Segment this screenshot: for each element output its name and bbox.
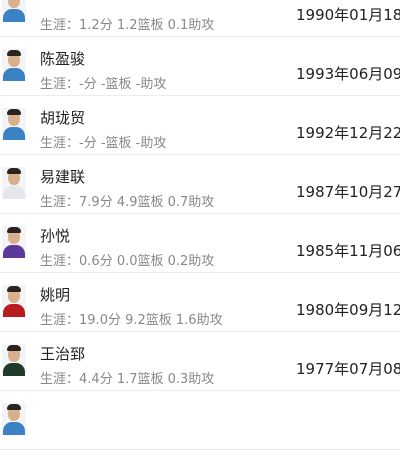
jersey-shape <box>3 422 25 435</box>
birth-date: 1985年11月06日 <box>296 242 400 260</box>
player-avatar <box>2 285 26 317</box>
career-values: 4.4分 1.7篮板 0.3助攻 <box>79 372 215 387</box>
hair-shape <box>7 227 21 233</box>
player-avatar <box>2 167 26 199</box>
birth-date: 1987年10月27日 <box>296 183 400 201</box>
player-row[interactable]: 陈盈骏生涯：-分 -篮板 -助攻 1993年06月09日 <box>0 37 400 96</box>
player-name: 王治郅 <box>40 345 86 363</box>
career-label: 生涯： <box>40 195 80 210</box>
career-values: -分 -篮板 -助攻 <box>79 136 167 151</box>
jersey-shape <box>3 363 25 376</box>
birth-date: 1990年01月18日 <box>296 6 400 24</box>
career-label: 生涯： <box>40 77 80 92</box>
career-values: 0.6分 0.0篮板 0.2助攻 <box>79 254 215 269</box>
jersey-shape <box>3 9 25 22</box>
hair-shape <box>7 345 21 351</box>
career-stats: 生涯：19.0分 9.2篮板 1.6助攻 <box>40 309 223 328</box>
player-avatar <box>2 0 26 22</box>
player-name: 胡珑贸 <box>40 109 86 127</box>
career-label: 生涯： <box>40 18 80 33</box>
hair-shape <box>7 50 21 56</box>
player-row[interactable]: 胡珑贸生涯：-分 -篮板 -助攻 1992年12月22日 <box>0 96 400 155</box>
player-row[interactable]: 王治郅生涯：4.4分 1.7篮板 0.3助攻 1977年07月08日 <box>0 332 400 391</box>
career-label: 生涯： <box>40 136 80 151</box>
player-name: 姚明 <box>40 286 71 304</box>
jersey-shape <box>3 245 25 258</box>
career-stats: 生涯：-分 -篮板 -助攻 <box>40 132 166 151</box>
career-label: 生涯： <box>40 372 80 387</box>
player-name: 易建联 <box>40 168 86 186</box>
player-avatar <box>2 49 26 81</box>
player-name: 孙悦 <box>40 227 71 245</box>
player-row[interactable]: 孙悦生涯：0.6分 0.0篮板 0.2助攻 1985年11月06日 <box>0 214 400 273</box>
player-name: 陈盈骏 <box>40 50 86 68</box>
hair-shape <box>7 404 21 410</box>
birth-date: 1977年07月08日 <box>296 360 400 378</box>
face-shape <box>8 0 20 8</box>
player-row[interactable]: 姚明生涯：19.0分 9.2篮板 1.6助攻 1980年09月12日 <box>0 273 400 332</box>
jersey-shape <box>3 127 25 140</box>
career-values: 7.9分 4.9篮板 0.7助攻 <box>79 195 215 210</box>
player-row[interactable]: 易建联生涯：7.9分 4.9篮板 0.7助攻 1987年10月27日 <box>0 155 400 214</box>
career-stats: 生涯：-分 -篮板 -助攻 <box>40 73 166 92</box>
birth-date: 1992年12月22日 <box>296 124 400 142</box>
career-values: -分 -篮板 -助攻 <box>79 77 167 92</box>
player-avatar <box>2 403 26 435</box>
career-stats: 生涯：0.6分 0.0篮板 0.2助攻 <box>40 250 214 269</box>
player-row[interactable]: 生涯：1.2分 1.2篮板 0.1助攻 1990年01月18日 <box>0 0 400 37</box>
career-values: 1.2分 1.2篮板 0.1助攻 <box>79 18 215 33</box>
birth-date: 1980年09月12日 <box>296 301 400 319</box>
player-avatar <box>2 108 26 140</box>
player-list: 生涯：1.2分 1.2篮板 0.1助攻1990年01月18日陈盈骏生涯：-分 -… <box>0 0 400 450</box>
jersey-shape <box>3 304 25 317</box>
career-values: 19.0分 9.2篮板 1.6助攻 <box>79 313 223 328</box>
career-stats: 生涯：1.2分 1.2篮板 0.1助攻 <box>40 14 214 33</box>
player-avatar <box>2 344 26 376</box>
career-label: 生涯： <box>40 254 80 269</box>
jersey-shape <box>3 68 25 81</box>
hair-shape <box>7 286 21 292</box>
hair-shape <box>7 109 21 115</box>
jersey-shape <box>3 186 25 199</box>
career-stats: 生涯：7.9分 4.9篮板 0.7助攻 <box>40 191 214 210</box>
birth-date: 1993年06月09日 <box>296 65 400 83</box>
career-stats: 生涯：4.4分 1.7篮板 0.3助攻 <box>40 368 214 387</box>
player-avatar <box>2 226 26 258</box>
hair-shape <box>7 168 21 174</box>
career-label: 生涯： <box>40 313 80 328</box>
